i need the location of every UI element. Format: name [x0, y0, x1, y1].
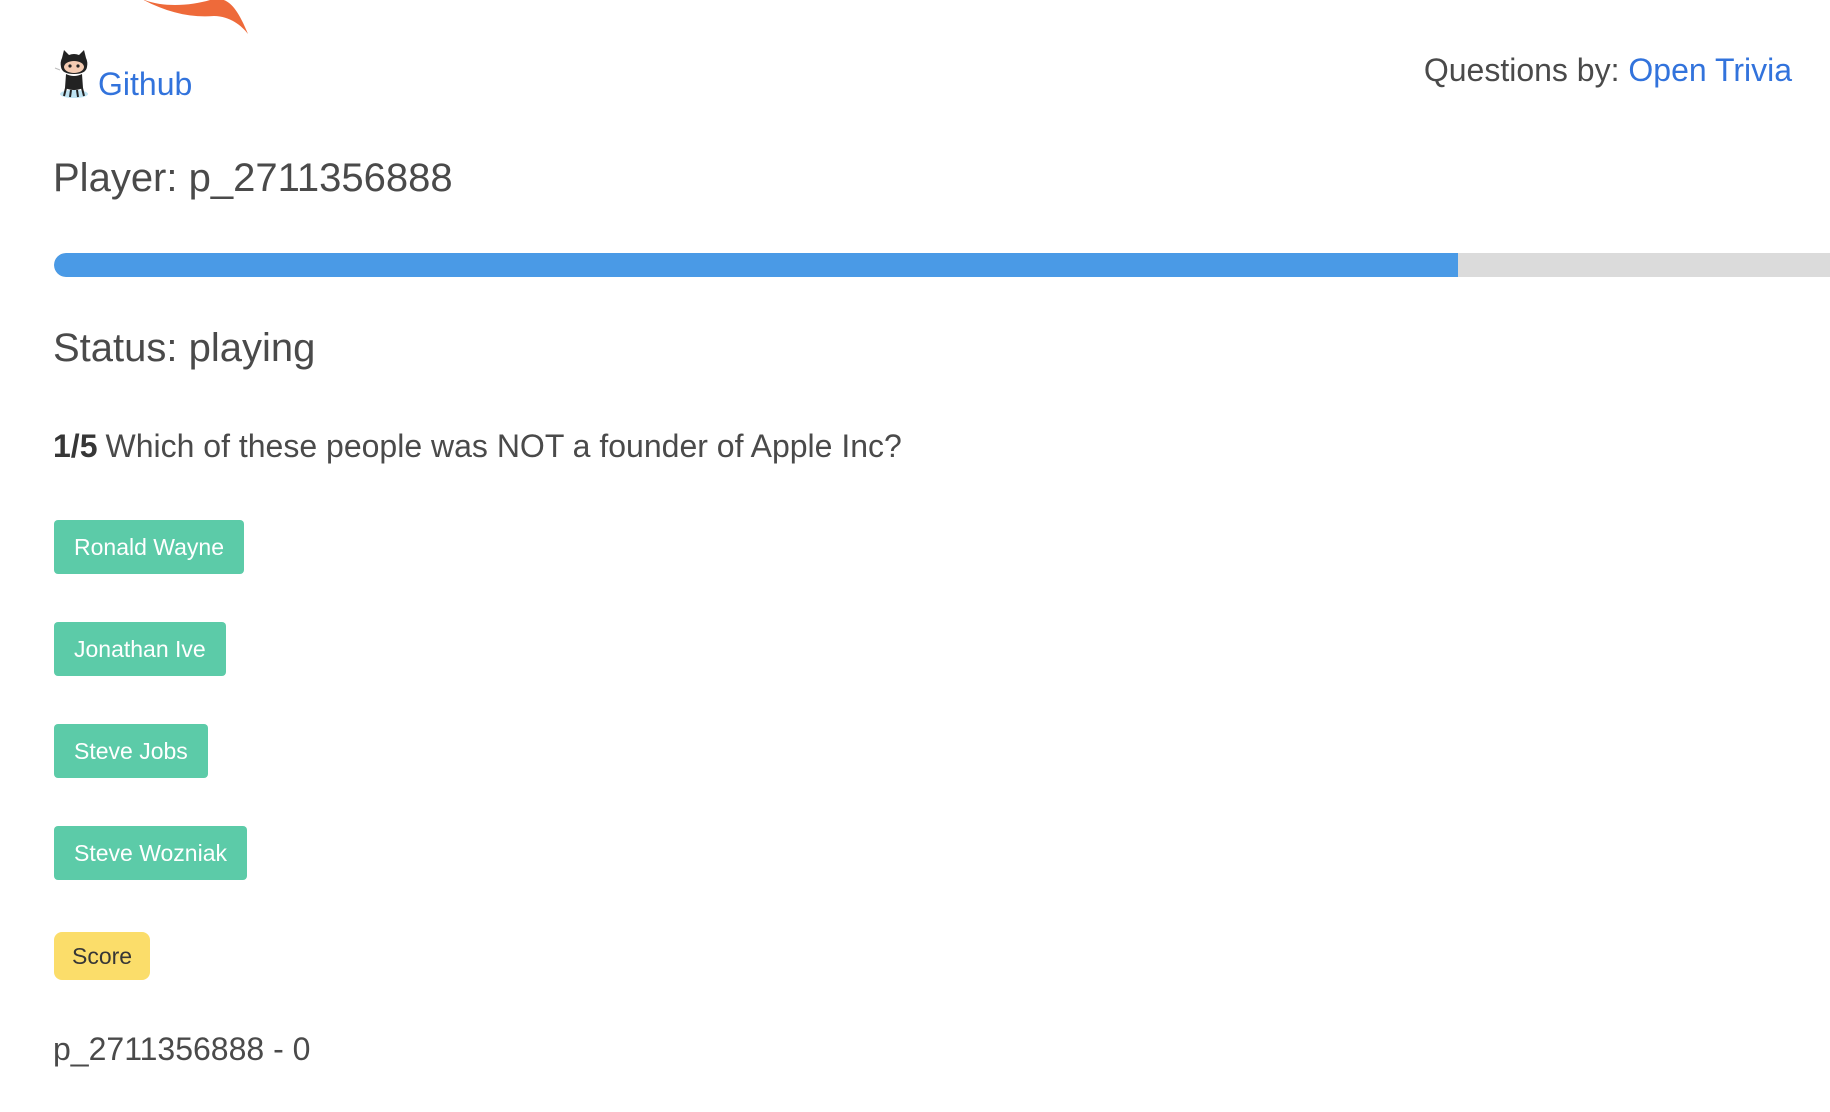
player-title: Player: p_2711356888 — [53, 156, 453, 200]
question-text: Which of these people was NOT a founder … — [105, 428, 902, 464]
question: 1/5 Which of these people was NOT a found… — [53, 428, 902, 465]
github-label: Github — [98, 66, 193, 102]
progress-fill — [54, 253, 1458, 277]
header: Github Questions by: Open Trivia — [54, 48, 1792, 108]
open-trivia-link[interactable]: Open Trivia — [1628, 52, 1792, 88]
github-link[interactable]: Github — [54, 48, 193, 102]
game-progress-bar — [54, 253, 1830, 277]
status-title: Status: playing — [53, 326, 316, 370]
answer-button-jonathan-ive[interactable]: Jonathan Ive — [54, 622, 226, 676]
answer-button-ronald-wayne[interactable]: Ronald Wayne — [54, 520, 245, 574]
octocat-icon — [54, 50, 88, 98]
credits-prefix: Questions by: — [1423, 52, 1620, 88]
player-score-line: p_2711356888 - 0 — [53, 1031, 311, 1067]
question-number: 1/5 — [53, 428, 98, 464]
questions-credit: Questions by: Open Trivia — [1424, 52, 1792, 89]
answer-button-steve-jobs[interactable]: Steve Jobs — [54, 724, 208, 778]
answer-button-steve-wozniak[interactable]: Steve Wozniak — [54, 826, 247, 880]
brand-logo-icon — [143, 0, 248, 34]
score-badge: Score — [54, 932, 151, 980]
